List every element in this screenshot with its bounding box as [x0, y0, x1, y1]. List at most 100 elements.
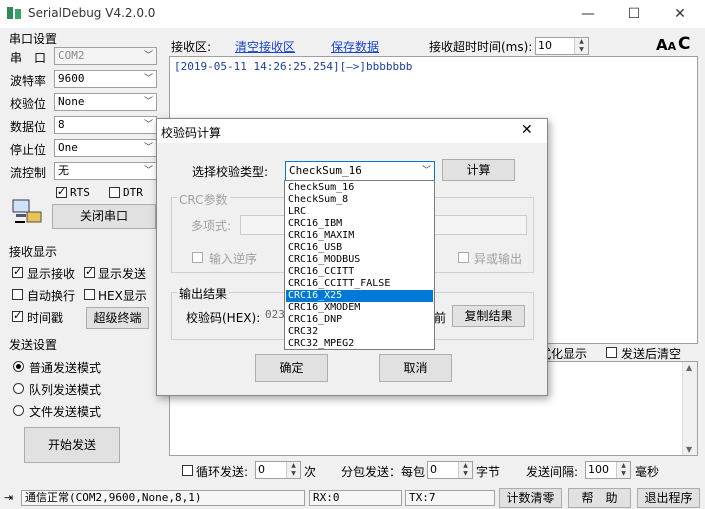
file-mode-label: 文件发送模式 — [29, 405, 102, 419]
show-recv-checkbox[interactable] — [12, 265, 23, 278]
spin-up-icon[interactable]: ▲ — [458, 462, 472, 470]
databits-select[interactable]: 8 ﹀ — [54, 116, 157, 134]
spin-up-icon[interactable]: ▲ — [286, 462, 300, 470]
compute-button[interactable]: 计算 — [442, 159, 515, 181]
send-scrollbar[interactable]: ▲ ▼ — [682, 362, 697, 455]
save-data-link[interactable]: 保存数据 — [331, 38, 379, 55]
polynomial-label: 多项式: — [191, 219, 232, 233]
dropdown-option[interactable]: CRC32 — [286, 326, 433, 338]
super-terminal-button[interactable]: 超级终端 — [86, 307, 149, 329]
timestamp-checkbox[interactable] — [12, 309, 23, 322]
minimize-button[interactable]: — — [565, 0, 611, 28]
spin-down-icon[interactable]: ▼ — [616, 470, 630, 478]
input-reverse-label: 输入逆序 — [209, 252, 258, 266]
close-button[interactable]: ✕ — [657, 0, 703, 28]
checksum-type-dropdown[interactable]: CheckSum_16 CheckSum_8 LRC CRC16_IBM CRC16_M… — [284, 180, 435, 350]
app-icon — [7, 7, 21, 19]
normal-mode-label: 普通发送模式 — [29, 361, 102, 375]
checksum-type-select[interactable]: CheckSum_16 ﹀ — [285, 161, 435, 181]
rts-checkbox[interactable] — [56, 185, 67, 198]
rts-label: RTS — [70, 186, 90, 199]
font-size-icon[interactable]: AA — [656, 36, 676, 54]
dropdown-option[interactable]: CRC16_CCITT_FALSE — [286, 278, 433, 290]
loop-send-checkbox[interactable] — [182, 465, 193, 476]
xor-output-label: 异或输出 — [474, 252, 523, 266]
clear-after-send-checkbox[interactable] — [606, 347, 617, 358]
dropdown-option[interactable]: CRC32_MPEG2 — [286, 338, 433, 350]
timeout-input[interactable]: 10 ▲ ▼ — [535, 37, 589, 55]
auto-wrap-label: 自动换行 — [27, 289, 76, 303]
show-send-label: 显示发送 — [98, 267, 147, 281]
dialog-close-icon[interactable]: ✕ — [521, 122, 533, 138]
crc-params-title: CRC参数 — [177, 191, 230, 208]
help-button[interactable]: 帮 助 — [568, 488, 631, 508]
packet-unit: 字节 — [476, 465, 501, 479]
loop-unit: 次 — [304, 465, 317, 479]
dropdown-option[interactable]: CRC16_CCITT — [286, 266, 433, 278]
dialog-title: 校验码计算 — [161, 126, 222, 140]
spin-up-icon[interactable]: ▲ — [616, 462, 630, 470]
scroll-up-icon[interactable]: ▲ — [686, 363, 692, 372]
copy-result-button[interactable]: 复制结果 — [452, 305, 525, 327]
status-comm: 通信正常(COM2,9600,None,8,1) — [21, 490, 305, 506]
show-send-checkbox[interactable] — [84, 265, 95, 278]
stopbits-select[interactable]: One ﹀ — [54, 139, 157, 157]
clear-count-button[interactable]: 计数清零 — [499, 488, 562, 508]
normal-mode-radio[interactable] — [13, 361, 24, 372]
port-select[interactable]: COM2 ﹀ — [54, 47, 157, 65]
baud-label: 波特率 — [10, 74, 47, 88]
chevron-down-icon: ﹀ — [143, 166, 153, 176]
cancel-button[interactable]: 取消 — [379, 354, 452, 382]
spin-down-icon[interactable]: ▼ — [574, 46, 588, 54]
clear-after-send-label: 发送后清空 — [621, 347, 682, 361]
xor-output-checkbox[interactable] — [458, 252, 469, 263]
file-mode-radio[interactable] — [13, 405, 24, 416]
stopbits-label: 停止位 — [10, 143, 47, 157]
hex-display-checkbox[interactable] — [84, 289, 95, 300]
dropdown-option[interactable]: LRC — [286, 206, 433, 218]
flow-label: 流控制 — [10, 166, 47, 180]
baud-select[interactable]: 9600 ﹀ — [54, 70, 157, 88]
start-send-button[interactable]: 开始发送 — [24, 427, 120, 463]
close-port-button[interactable]: 关闭串口 — [52, 204, 156, 229]
dropdown-option[interactable]: CRC16_USB — [286, 242, 433, 254]
refresh-icon[interactable]: C — [678, 34, 690, 54]
checksum-hex-label: 校验码(HEX): — [186, 311, 261, 325]
checksum-hex-value[interactable]: 023 — [265, 308, 285, 326]
parity-select[interactable]: None ﹀ — [54, 93, 157, 111]
auto-wrap-checkbox[interactable] — [12, 289, 23, 300]
dropdown-option[interactable]: CRC16_IBM — [286, 218, 433, 230]
loop-count-input[interactable]: 0 ▲ ▼ — [255, 461, 301, 479]
dropdown-option[interactable]: CRC16_MAXIM — [286, 230, 433, 242]
input-reverse-checkbox[interactable] — [192, 252, 203, 263]
scroll-down-icon[interactable]: ▼ — [686, 445, 692, 454]
ok-button[interactable]: 确定 — [255, 354, 328, 382]
dropdown-option[interactable]: CheckSum_16 — [286, 182, 433, 194]
maximize-button[interactable]: ☐ — [611, 0, 657, 28]
packet-size-input[interactable]: 0 ▲ ▼ — [427, 461, 473, 479]
dtr-checkbox[interactable] — [109, 187, 120, 198]
queue-mode-radio[interactable] — [13, 383, 24, 394]
exit-button[interactable]: 退出程序 — [637, 488, 700, 508]
flow-select[interactable]: 无 ﹀ — [54, 162, 157, 180]
dropdown-option[interactable]: CRC16_MODBUS — [286, 254, 433, 266]
title-bar: SerialDebug V4.2.0.0 — ☐ ✕ — [0, 0, 705, 28]
spin-up-icon[interactable]: ▲ — [574, 38, 588, 46]
output-title: 输出结果 — [177, 285, 230, 302]
spin-down-icon[interactable]: ▼ — [286, 470, 300, 478]
dropdown-option[interactable]: CheckSum_8 — [286, 194, 433, 206]
chevron-down-icon: ﹀ — [421, 166, 431, 176]
spin-down-icon[interactable]: ▼ — [458, 470, 472, 478]
databits-label: 数据位 — [10, 120, 47, 134]
receive-area-label: 接收区: — [171, 40, 212, 54]
dropdown-option[interactable]: CRC16_XMODEM — [286, 302, 433, 314]
dropdown-option[interactable]: CRC16_X25 — [286, 290, 433, 302]
packet-label: 分包发送：每包 — [341, 465, 426, 479]
receive-log-line: [2019-05-11 14:26:25.254][—>]bbbbbbb — [174, 60, 413, 73]
clear-receive-link[interactable]: 清空接收区 — [235, 38, 295, 55]
checksum-type-label: 选择校验类型: — [192, 165, 269, 179]
dropdown-option[interactable]: CRC16_DNP — [286, 314, 433, 326]
chevron-down-icon: ﹀ — [143, 74, 153, 84]
port-label: 串 口 — [10, 51, 47, 65]
interval-input[interactable]: 100 ▲ ▼ — [585, 461, 631, 479]
